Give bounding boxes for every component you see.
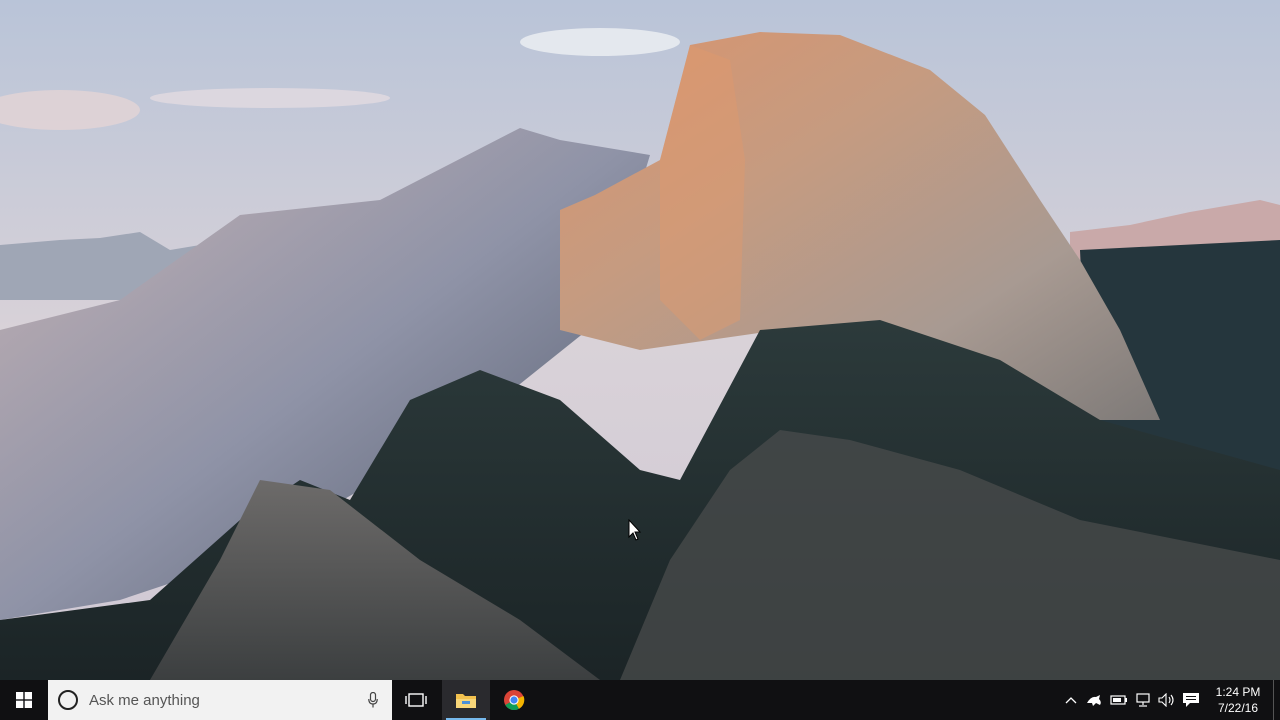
folder-icon <box>456 694 476 708</box>
app-tray-icon[interactable] <box>1083 680 1107 720</box>
start-button[interactable] <box>0 680 48 720</box>
microphone-icon[interactable] <box>368 692 378 708</box>
battery-icon[interactable] <box>1107 680 1131 720</box>
windows-logo-icon <box>16 692 32 708</box>
system-tray: 1:24 PM 7/22/16 <box>1059 680 1280 720</box>
search-box[interactable]: Ask me anything <box>48 680 392 720</box>
search-input[interactable]: Ask me anything <box>89 692 368 709</box>
chrome-button[interactable] <box>490 680 538 720</box>
network-icon[interactable] <box>1131 680 1155 720</box>
taskbar: Ask me anything 1:24 PM 7/22/16 <box>0 680 1280 720</box>
clock[interactable]: 1:24 PM 7/22/16 <box>1203 680 1273 720</box>
action-center-icon[interactable] <box>1179 680 1203 720</box>
show-desktop-button[interactable] <box>1273 680 1280 720</box>
task-view-button[interactable] <box>392 680 440 720</box>
mountain-landscape-wallpaper <box>0 0 1280 680</box>
chevron-up-icon[interactable] <box>1059 680 1083 720</box>
mouse-cursor-icon <box>628 519 642 541</box>
volume-icon[interactable] <box>1155 680 1179 720</box>
clock-date: 7/22/16 <box>1217 701 1259 715</box>
file-explorer-button[interactable] <box>442 680 490 720</box>
task-view-icon <box>405 693 427 707</box>
desktop[interactable] <box>0 0 1280 680</box>
clock-time: 1:24 PM <box>1215 685 1261 699</box>
chrome-icon <box>504 690 525 711</box>
cortana-icon <box>58 690 78 710</box>
